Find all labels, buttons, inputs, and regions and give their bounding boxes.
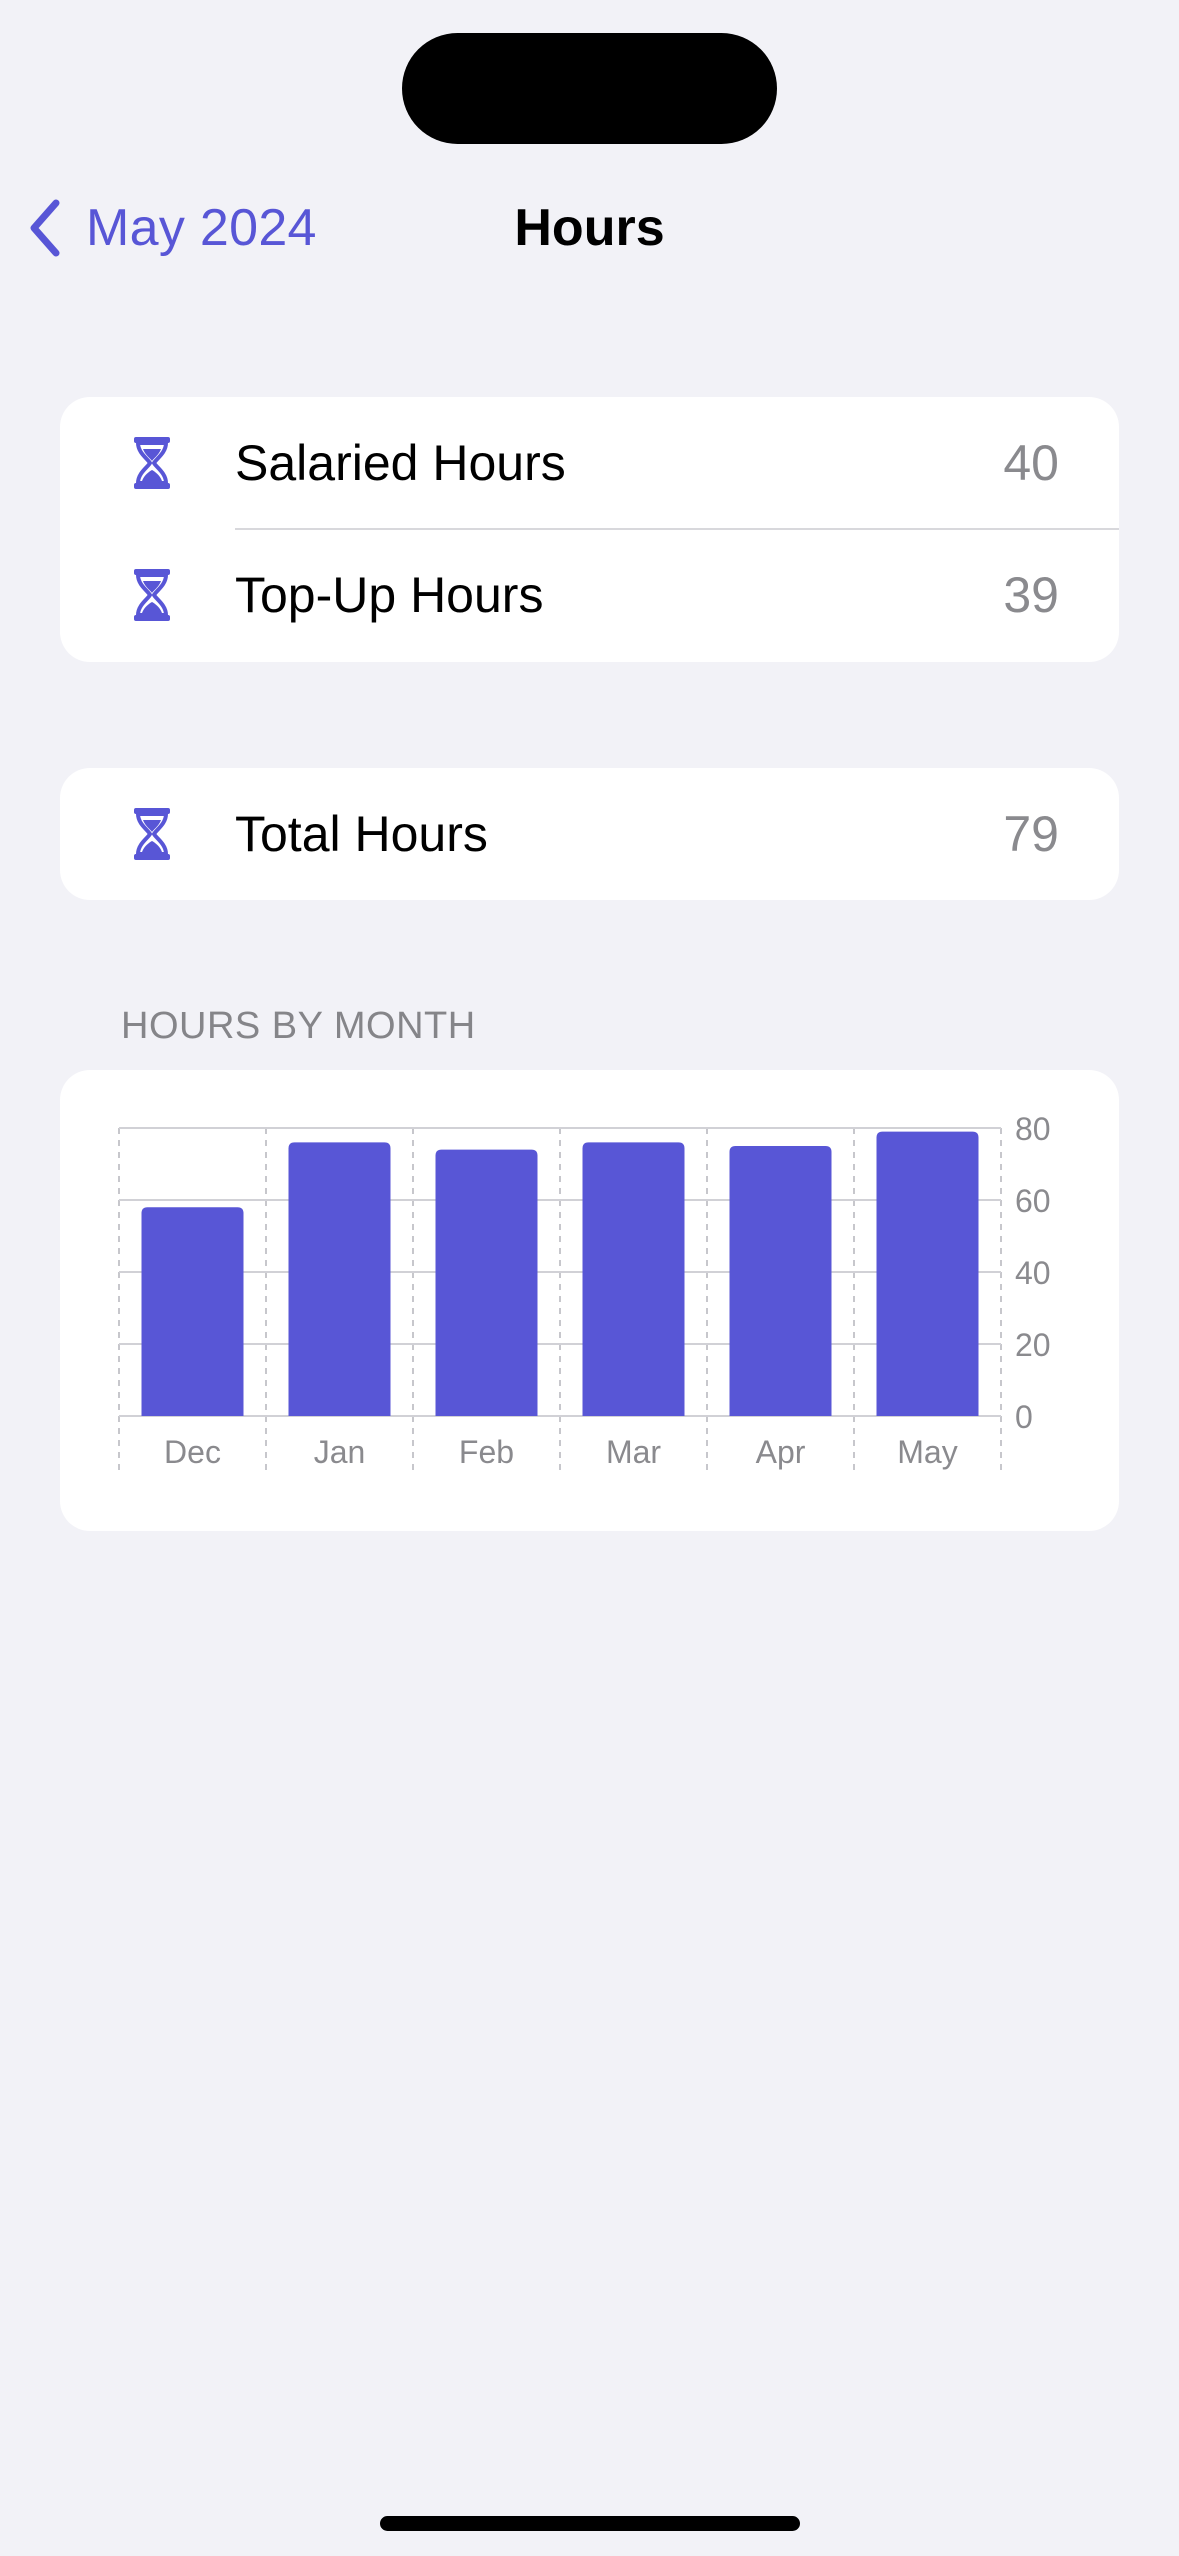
chart-bar	[141, 1207, 244, 1416]
chart-y-tick-label: 40	[1015, 1255, 1051, 1291]
hours-chart-card: 0 20 40 60 80 Dec Jan Feb Mar Apr May	[60, 1070, 1119, 1531]
row-label: Salaried Hours	[235, 435, 566, 491]
chart-y-tick-label: 0	[1015, 1399, 1033, 1435]
chart-bar	[582, 1142, 685, 1416]
chart-bar	[876, 1131, 979, 1416]
hourglass-icon	[134, 437, 170, 489]
row-value: 79	[1003, 806, 1059, 862]
hours-breakdown-card: Salaried Hours 40 Top-Up Hours 39	[60, 397, 1119, 662]
row-value: 39	[1003, 567, 1059, 623]
hours-by-month-chart: 0 20 40 60 80 Dec Jan Feb Mar Apr May	[118, 1111, 1051, 1470]
list-item-top-up-hours[interactable]: Top-Up Hours 39	[60, 529, 1119, 661]
chart-bar	[435, 1149, 538, 1416]
row-value: 40	[1003, 435, 1059, 491]
chart-x-tick-label: Dec	[164, 1434, 221, 1470]
row-label: Total Hours	[235, 806, 488, 862]
hourglass-icon	[134, 808, 170, 860]
row-label: Top-Up Hours	[235, 567, 544, 623]
chart-y-tick-label: 20	[1015, 1327, 1051, 1363]
chart-bar	[288, 1142, 391, 1416]
dynamic-island	[402, 33, 777, 144]
chart-x-tick-label: May	[897, 1434, 957, 1470]
list-item-salaried-hours[interactable]: Salaried Hours 40	[60, 397, 1119, 530]
total-hours-card: Total Hours 79	[60, 768, 1119, 900]
chart-x-tick-label: Mar	[606, 1434, 661, 1470]
chart-x-tick-label: Jan	[314, 1434, 366, 1470]
chart-y-tick-label: 60	[1015, 1183, 1051, 1219]
chart-x-tick-label: Feb	[459, 1434, 514, 1470]
chart-bar	[729, 1146, 832, 1416]
list-item-total-hours[interactable]: Total Hours 79	[60, 768, 1119, 900]
hourglass-icon	[134, 569, 170, 621]
section-header-hours-by-month: HOURS BY MONTH	[121, 1005, 476, 1047]
navigation-bar: May 2024 Hours	[0, 180, 1179, 276]
chart-x-tick-label: Apr	[756, 1434, 806, 1470]
home-indicator[interactable]	[380, 2516, 800, 2531]
page-title: Hours	[514, 199, 665, 257]
chart-y-tick-label: 80	[1015, 1111, 1051, 1147]
